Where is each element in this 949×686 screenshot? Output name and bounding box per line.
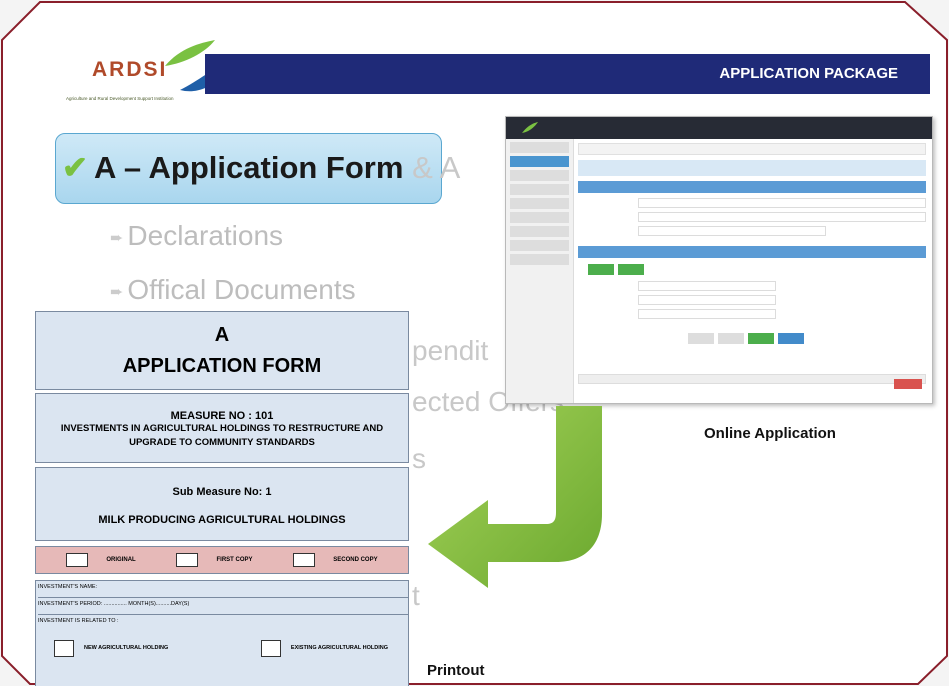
- check-icon: ✔: [62, 150, 88, 185]
- copy-second-label: SECOND COPY: [333, 557, 378, 563]
- logo-text: ARDSI: [92, 58, 168, 81]
- holding-options: NEW AGRICULTURAL HOLDING EXISTING AGRICU…: [38, 632, 408, 664]
- checkbox[interactable]: [260, 639, 281, 657]
- bullet-main-rest: & A: [412, 150, 461, 185]
- investment-fields: INVESTMENT'S NAME: INVESTMENT'S PERIOD: …: [35, 580, 409, 686]
- logo-subtitle: Agriculture and Rural Development Suppor…: [66, 96, 174, 101]
- bullet-main-label: A – Application Form: [93, 150, 404, 185]
- copy-second[interactable]: SECOND COPY: [293, 553, 378, 567]
- sub-measure-box: Sub Measure No: 1 MILK PRODUCING AGRICUL…: [35, 467, 409, 541]
- sub-measure-desc: MILK PRODUCING AGRICULTURAL HOLDINGS: [98, 514, 346, 526]
- page-title: APPLICATION PACKAGE: [719, 65, 898, 82]
- copy-first[interactable]: FIRST COPY: [176, 553, 253, 567]
- option-existing-holding[interactable]: EXISTING AGRICULTURAL HOLDING: [260, 639, 388, 657]
- field-investment-name: INVESTMENT'S NAME:: [38, 581, 408, 598]
- printout-caption: Printout: [427, 662, 485, 679]
- copies-row: ORIGINAL FIRST COPY SECOND COPY: [35, 546, 409, 574]
- copy-original[interactable]: ORIGINAL: [66, 553, 136, 567]
- online-application-screenshot: [505, 116, 933, 404]
- measure-no: MEASURE NO : 101: [170, 410, 274, 422]
- form-title-box: A APPLICATION FORM: [35, 311, 409, 390]
- checkbox[interactable]: [54, 639, 74, 657]
- arrow-right-icon: ➨: [110, 229, 124, 247]
- measure-desc-1: INVESTMENTS IN AGRICULTURAL HOLDINGS TO …: [60, 423, 384, 434]
- option-new-holding[interactable]: NEW AGRICULTURAL HOLDING: [54, 639, 169, 657]
- field-investment-related: INVESTMENT IS RELATED TO :: [38, 618, 119, 624]
- checkbox[interactable]: [66, 553, 89, 567]
- measure-desc-2: UPGRADE TO COMMUNITY STANDARDS: [129, 437, 315, 448]
- form-letter: A: [214, 324, 230, 346]
- bullet-offical-documents: ➨ Offical Documents: [110, 274, 356, 306]
- measure-box: MEASURE NO : 101 INVESTMENTS IN AGRICULT…: [35, 393, 409, 463]
- bullet-documents-label: Offical Documents: [127, 274, 356, 305]
- form-title: APPLICATION FORM: [122, 355, 322, 377]
- bullet-declarations: ➨ Declarations: [110, 220, 283, 252]
- field-investment-period: INVESTMENT'S PERIOD: ............... MON…: [38, 598, 408, 615]
- app-logo-icon: [522, 122, 538, 133]
- checkbox[interactable]: [293, 553, 316, 567]
- bullet-application-form: ✔ A – Application Form & A: [62, 150, 460, 186]
- arrow-right-icon: ➨: [110, 283, 124, 301]
- app-sidebar: [506, 139, 574, 403]
- ghost-text-1: pendit: [412, 335, 489, 366]
- app-topbar: [506, 117, 932, 139]
- app-main: [578, 143, 926, 399]
- ghost-text-3: s: [412, 443, 426, 474]
- ghost-text-4: t: [412, 580, 420, 611]
- existing-holding-label: EXISTING AGRICULTURAL HOLDING: [290, 645, 388, 651]
- online-application-caption: Online Application: [704, 425, 836, 442]
- checkbox[interactable]: [176, 553, 199, 567]
- bullet-declarations-label: Declarations: [127, 220, 284, 251]
- new-holding-label: NEW AGRICULTURAL HOLDING: [84, 645, 169, 651]
- sub-measure-no: Sub Measure No: 1: [172, 486, 272, 498]
- header-bar: APPLICATION PACKAGE: [205, 54, 930, 94]
- arrow-down-left-icon: [428, 406, 602, 588]
- copy-first-label: FIRST COPY: [216, 557, 253, 563]
- copy-original-label: ORIGINAL: [106, 557, 136, 563]
